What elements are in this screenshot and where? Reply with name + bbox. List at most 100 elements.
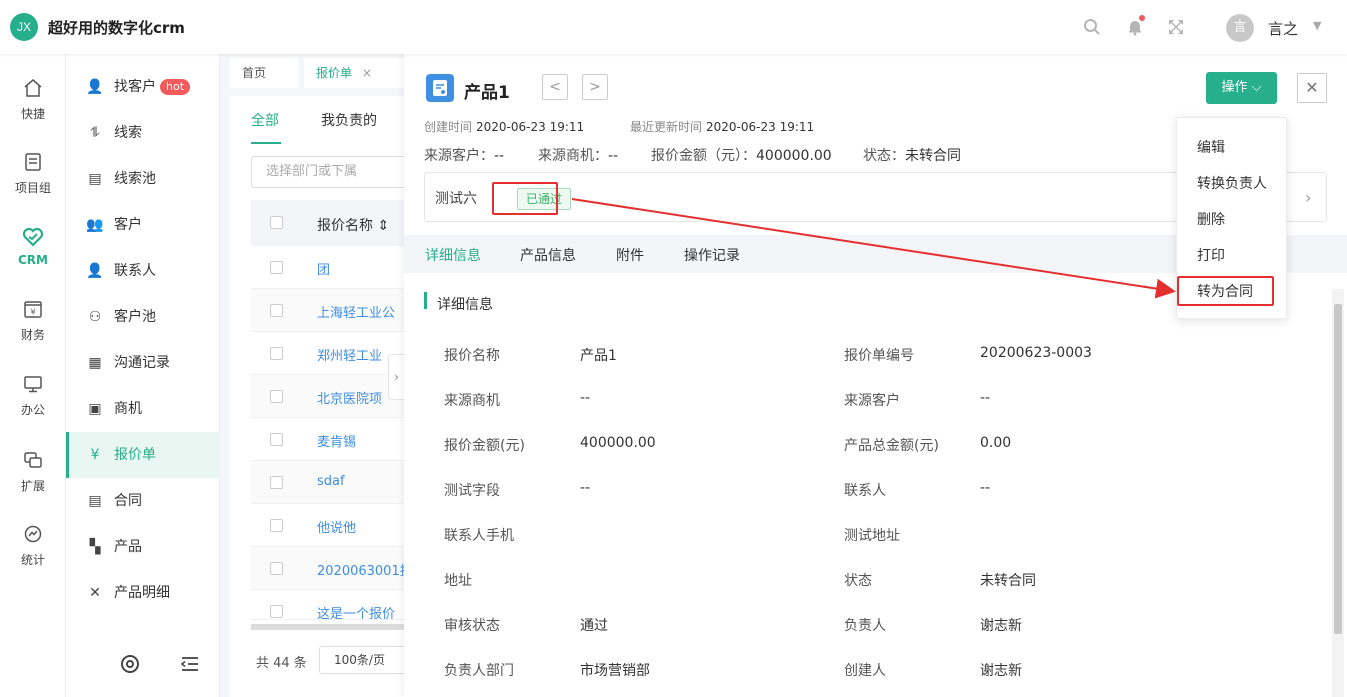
row-checkbox[interactable] bbox=[270, 562, 283, 575]
chart-icon bbox=[22, 524, 44, 546]
submenu-item-customer[interactable]: 👥 客户 bbox=[66, 202, 220, 248]
submenu-item-find-customer[interactable]: 👤 找客户 hot bbox=[66, 64, 220, 110]
info-source-opportunity: 来源商机：-- bbox=[538, 148, 619, 164]
select-all-checkbox[interactable] bbox=[270, 216, 283, 229]
close-drawer-button[interactable]: ✕ bbox=[1297, 73, 1327, 103]
field-label: 负责人部门 bbox=[444, 663, 514, 679]
contract-icon: ▤ bbox=[88, 493, 102, 509]
home-icon bbox=[22, 78, 44, 100]
total-count: 共 44 条 bbox=[256, 656, 307, 671]
customer-icon: 👥 bbox=[86, 217, 104, 233]
search-icon[interactable] bbox=[1083, 18, 1101, 36]
field-value: -- bbox=[580, 390, 591, 406]
expand-panel-handle[interactable]: › bbox=[388, 354, 404, 400]
created-time: 创建时间 2020-06-23 19:11 bbox=[424, 120, 585, 134]
opportunity-icon: ▣ bbox=[88, 401, 102, 417]
detail-scroll-thumb[interactable] bbox=[1334, 304, 1342, 634]
close-tab-icon[interactable]: × bbox=[362, 66, 372, 80]
module-rail: 快捷 项目组 CRM ¥ 财务 办公 扩展 统计 bbox=[0, 54, 66, 697]
menu-item-delete[interactable]: 删除 bbox=[1197, 209, 1225, 229]
submenu-item-product[interactable]: ▚ 产品 bbox=[66, 524, 220, 570]
row-checkbox[interactable] bbox=[270, 261, 283, 274]
row-checkbox[interactable] bbox=[270, 304, 283, 317]
horizontal-scrollbar[interactable] bbox=[251, 624, 421, 630]
row-checkbox[interactable] bbox=[270, 390, 283, 403]
submenu-item-clue-pool[interactable]: ▤ 线索池 bbox=[66, 156, 220, 202]
tab-quote[interactable]: 报价单 × bbox=[304, 58, 410, 88]
row-checkbox[interactable] bbox=[270, 347, 283, 360]
rail-item-projects[interactable]: 项目组 bbox=[0, 152, 66, 212]
field-value: 产品1 bbox=[580, 348, 617, 364]
user-name[interactable]: 言之 bbox=[1268, 18, 1298, 39]
field-label: 测试地址 bbox=[844, 528, 900, 544]
table-row[interactable]: 麦肯锡 bbox=[251, 418, 421, 461]
table-row[interactable]: 这是一个报价 bbox=[251, 590, 421, 620]
chevron-down-icon[interactable]: ▼ bbox=[1313, 19, 1321, 32]
monitor-icon bbox=[22, 374, 44, 396]
info-quote-amount: 报价金额（元）：400000.00 bbox=[651, 148, 832, 164]
tab-home[interactable]: 首页 bbox=[230, 58, 298, 88]
rail-item-quick[interactable]: 快捷 bbox=[0, 78, 66, 138]
submenu-item-contract[interactable]: ▤ 合同 bbox=[66, 478, 220, 524]
submenu-item-contact[interactable]: 👤 联系人 bbox=[66, 248, 220, 294]
section-title: 详细信息 bbox=[437, 297, 493, 313]
submenu-item-product-detail[interactable]: ✕ 产品明细 bbox=[66, 570, 220, 616]
department-select[interactable]: 选择部门或下属 bbox=[251, 156, 421, 188]
rail-item-extend[interactable]: 扩展 bbox=[0, 450, 66, 510]
app-logo: JX bbox=[10, 13, 38, 41]
chevron-right-icon[interactable]: › bbox=[1305, 188, 1311, 207]
user-avatar[interactable]: 言 bbox=[1226, 14, 1254, 42]
column-quote-name[interactable]: 报价名称 ⇕ bbox=[317, 215, 389, 235]
app-title: 超好用的数字化crm bbox=[48, 19, 185, 37]
field-label: 产品总金额(元) bbox=[844, 438, 939, 454]
submenu-item-quote[interactable]: ¥ 报价单 bbox=[66, 432, 220, 478]
rail-item-finance[interactable]: ¥ 财务 bbox=[0, 299, 66, 359]
submenu-item-record[interactable]: ▦ 沟通记录 bbox=[66, 340, 220, 386]
svg-text:¥: ¥ bbox=[30, 308, 35, 317]
next-record-button[interactable]: > bbox=[582, 74, 608, 100]
submenu-item-clue[interactable]: ⥮ 线索 bbox=[66, 110, 220, 156]
menu-item-print[interactable]: 打印 bbox=[1197, 245, 1225, 265]
heart-icon bbox=[22, 226, 44, 248]
menu-item-transfer-owner[interactable]: 转换负责人 bbox=[1197, 173, 1267, 193]
rail-item-stats[interactable]: 统计 bbox=[0, 524, 66, 584]
tab-mine[interactable]: 我负责的 bbox=[321, 110, 377, 130]
rail-item-crm[interactable]: CRM bbox=[0, 226, 66, 286]
tab-product-info[interactable]: 产品信息 bbox=[520, 245, 576, 265]
field-label: 联系人 bbox=[844, 483, 886, 499]
page-size-select[interactable]: 100条/页 bbox=[319, 646, 409, 674]
fullscreen-icon[interactable] bbox=[1167, 18, 1185, 36]
field-value: -- bbox=[980, 390, 991, 406]
tab-all[interactable]: 全部 bbox=[251, 110, 279, 130]
row-checkbox[interactable] bbox=[270, 605, 283, 618]
menu-item-edit[interactable]: 编辑 bbox=[1197, 137, 1225, 157]
table-row[interactable]: 团 bbox=[251, 246, 421, 289]
submenu-item-customer-pool[interactable]: ⚇ 客户池 bbox=[66, 294, 220, 340]
prev-record-button[interactable]: < bbox=[542, 74, 568, 100]
tab-operation-log[interactable]: 操作记录 bbox=[684, 245, 740, 265]
yen-icon: ¥ bbox=[22, 299, 44, 321]
collapse-menu-icon[interactable] bbox=[180, 654, 200, 679]
table-row[interactable]: 2020063001报 bbox=[251, 547, 421, 590]
field-label: 审核状态 bbox=[444, 618, 500, 634]
field-value: -- bbox=[580, 480, 591, 496]
table-row[interactable]: sdaf bbox=[251, 461, 421, 504]
rail-item-office[interactable]: 办公 bbox=[0, 374, 66, 434]
quote-doc-icon bbox=[426, 74, 454, 102]
operation-button[interactable]: 操作 ⌵ bbox=[1206, 72, 1277, 104]
quote-list: 全部 我负责的 选择部门或下属 报价名称 ⇕ 团 上海轻工业公 郑州轻工业 北京… bbox=[230, 96, 421, 697]
row-checkbox[interactable] bbox=[270, 519, 283, 532]
field-label: 报价单编号 bbox=[844, 348, 914, 364]
tab-detail-info[interactable]: 详细信息 bbox=[425, 245, 481, 265]
row-checkbox[interactable] bbox=[270, 433, 283, 446]
menu-highlight-box bbox=[1177, 276, 1274, 306]
submenu-item-opportunity[interactable]: ▣ 商机 bbox=[66, 386, 220, 432]
table-row[interactable]: 他说他 bbox=[251, 504, 421, 547]
settings-icon[interactable] bbox=[120, 654, 140, 679]
field-value: -- bbox=[980, 480, 991, 496]
table-row[interactable]: 上海轻工业公 bbox=[251, 289, 421, 332]
record-icon: ▦ bbox=[88, 355, 102, 371]
row-checkbox[interactable] bbox=[270, 476, 283, 489]
field-label: 负责人 bbox=[844, 618, 886, 634]
tab-attachments[interactable]: 附件 bbox=[616, 245, 644, 265]
